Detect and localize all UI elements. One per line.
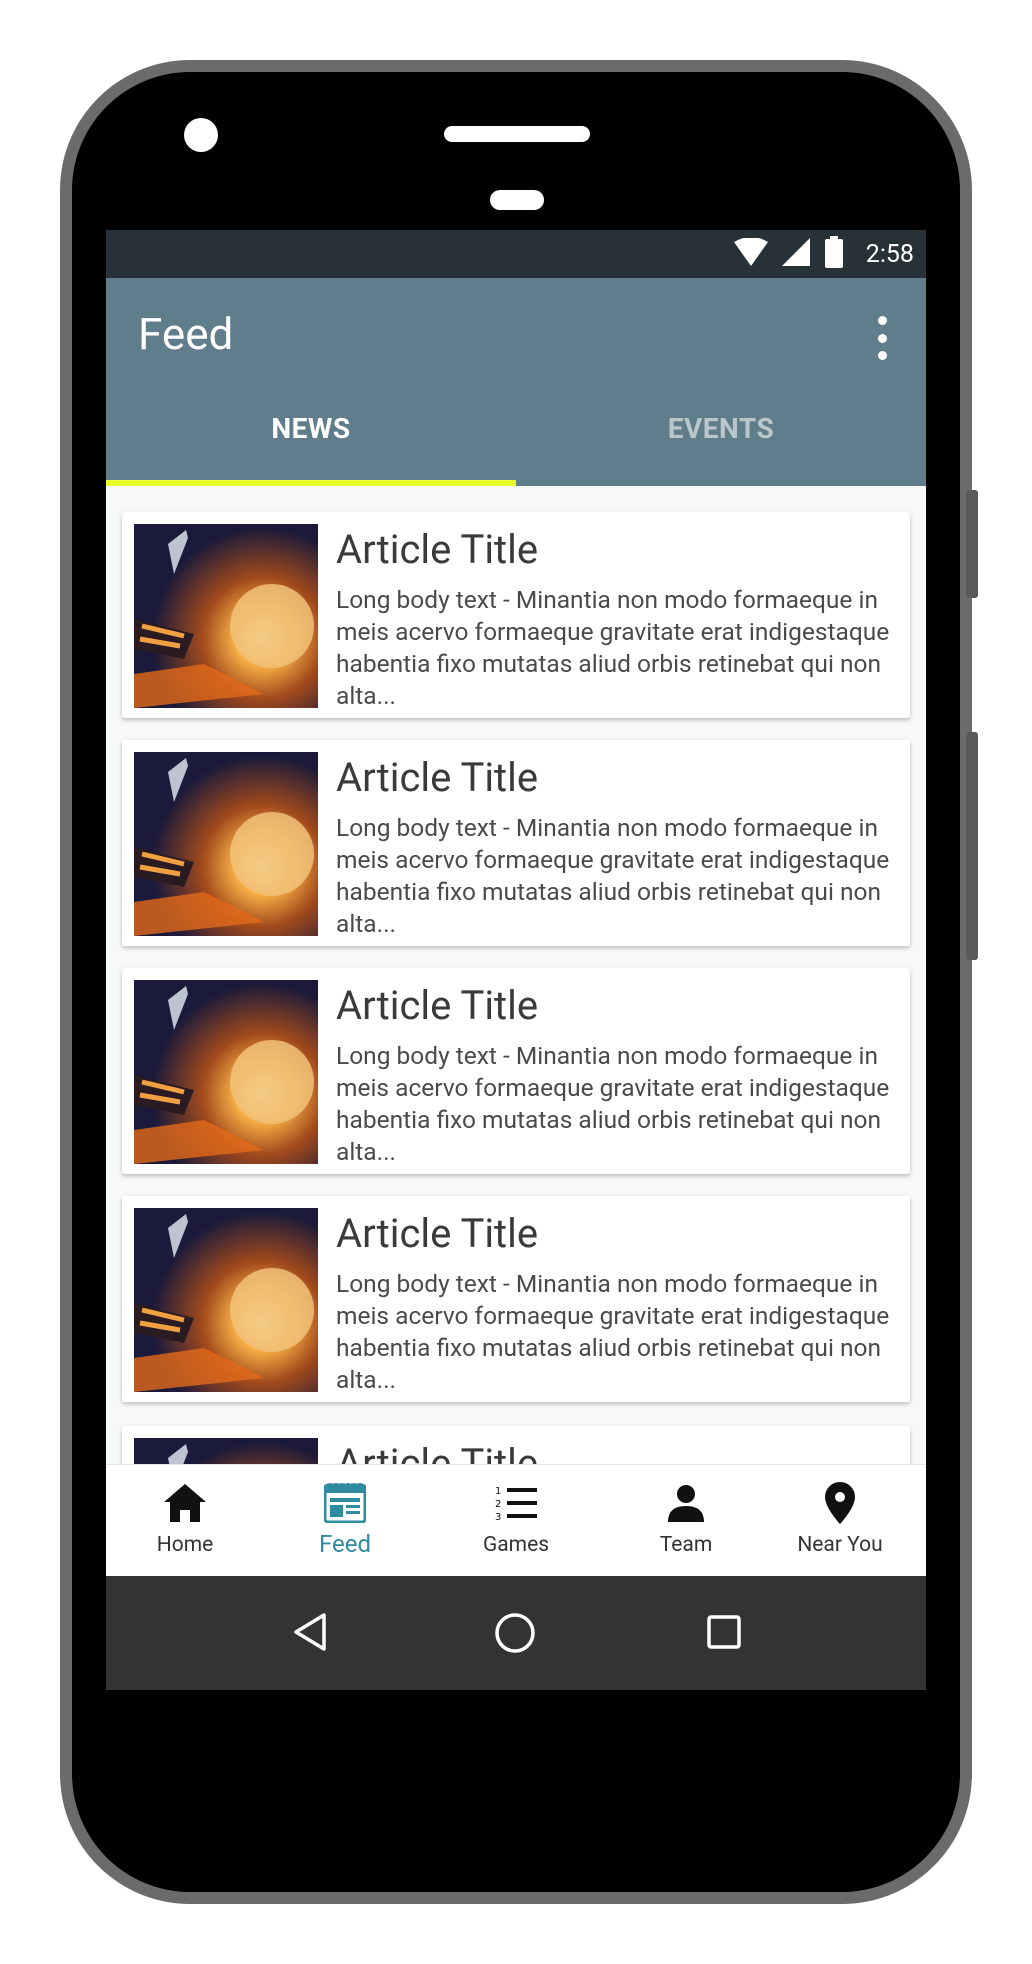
article-title: Article Title [336, 1210, 539, 1257]
front-camera [184, 118, 218, 152]
location-pin-icon [825, 1481, 855, 1525]
proximity-sensor [490, 190, 544, 210]
svg-text:1: 1 [495, 1486, 501, 1497]
nav-near-you-label: Near You [797, 1533, 883, 1557]
back-icon[interactable] [292, 1612, 328, 1656]
system-navigation-bar [106, 1576, 926, 1690]
more-options-icon[interactable] [872, 316, 892, 360]
nav-near-you[interactable]: Near You [770, 1465, 910, 1577]
nav-feed[interactable]: Feed [286, 1465, 404, 1577]
status-bar: 2:58 [106, 230, 926, 278]
tab-events[interactable]: EVENTS [516, 408, 926, 486]
nav-team[interactable]: Team [626, 1465, 746, 1577]
article-thumbnail [134, 752, 318, 936]
power-button [966, 490, 978, 598]
app-bar: Feed NEWS EVENTS [106, 278, 926, 486]
feed-icon [324, 1481, 366, 1525]
home-circle-icon[interactable] [494, 1612, 536, 1658]
article-thumbnail [134, 524, 318, 708]
article-card[interactable]: Article Title Long body text - Minantia … [122, 512, 910, 718]
article-body: Long body text - Minantia non modo forma… [336, 1041, 890, 1166]
nav-home[interactable]: Home [126, 1465, 244, 1577]
screen: 2:58 Feed NEWS EVENTS Article Title Long… [106, 230, 926, 1690]
tab-bar: NEWS EVENTS [106, 408, 926, 486]
person-icon [668, 1481, 704, 1525]
article-thumbnail [134, 980, 318, 1164]
article-body: Long body text - Minantia non modo forma… [336, 813, 890, 938]
tab-news[interactable]: NEWS [106, 408, 516, 486]
nav-feed-label: Feed [318, 1530, 371, 1558]
svg-text:2: 2 [495, 1499, 501, 1510]
nav-team-label: Team [659, 1533, 713, 1557]
status-time: 2:58 [865, 239, 914, 269]
bottom-navigation: Home Feed 1 2 3 Games Team Near You [106, 1464, 926, 1577]
article-body: Long body text - Minantia non modo forma… [336, 1269, 890, 1394]
article-title: Article Title [336, 526, 539, 573]
home-icon [164, 1481, 206, 1525]
numbered-list-icon: 1 2 3 [495, 1481, 537, 1525]
article-title: Article Title [336, 754, 539, 801]
volume-button [966, 732, 978, 960]
nav-games-label: Games [482, 1533, 550, 1557]
signal-icon [781, 238, 810, 270]
svg-text:3: 3 [495, 1512, 501, 1522]
recents-icon[interactable] [706, 1612, 742, 1656]
article-body: Long body text - Minantia non modo forma… [336, 585, 890, 710]
nav-games[interactable]: 1 2 3 Games [452, 1465, 580, 1577]
page-title: Feed [138, 308, 234, 360]
nav-home-label: Home [156, 1533, 214, 1557]
article-title: Article Title [336, 982, 539, 1029]
article-card[interactable]: Article Title Long body text - Minantia … [122, 968, 910, 1174]
article-card[interactable]: Article Title Long body text - Minantia … [122, 740, 910, 946]
wifi-icon [733, 237, 768, 270]
battery-icon [824, 236, 844, 272]
earpiece-speaker [444, 126, 590, 142]
article-card[interactable]: Article Title Long body text - Minantia … [122, 1196, 910, 1402]
article-thumbnail [134, 1208, 318, 1392]
